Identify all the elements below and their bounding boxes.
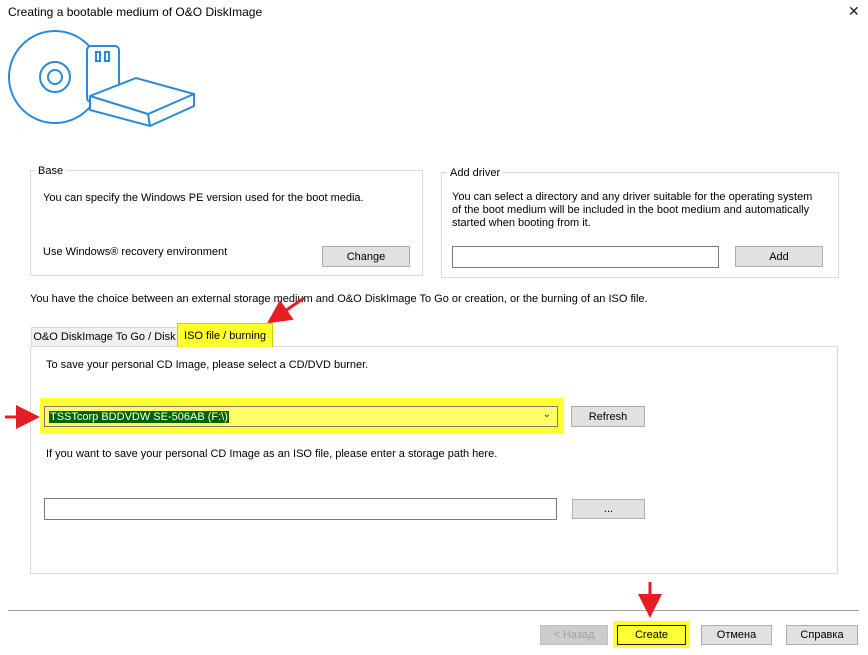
burner-select[interactable]: TSSTcorp BDDVDW SE-506AB (F:\) ⌄ [44, 406, 558, 427]
driver-group-label: Add driver [447, 166, 504, 180]
disc-usb-drive-icon [8, 30, 195, 128]
help-button[interactable]: Справка [786, 625, 858, 645]
recovery-environment-label: Use Windows® recovery environment [43, 246, 228, 258]
base-description: You can specify the Windows PE version u… [43, 192, 364, 204]
cancel-button[interactable]: Отмена [701, 625, 772, 645]
browse-button[interactable]: ... [572, 499, 645, 519]
iso-path-prompt: If you want to save your personal CD Ima… [46, 448, 498, 460]
driver-path-input[interactable] [452, 246, 719, 268]
burner-prompt: To save your personal CD Image, please s… [46, 359, 369, 371]
refresh-button[interactable]: Refresh [571, 406, 645, 427]
driver-description: You can select a directory and any drive… [452, 191, 813, 229]
add-driver-button[interactable]: Add [735, 246, 823, 267]
chevron-down-icon[interactable]: ⌄ [543, 409, 551, 420]
window-title: Creating a bootable medium of O&O DiskIm… [8, 5, 263, 19]
create-button[interactable]: Create [617, 625, 686, 645]
footer-separator [8, 610, 859, 611]
back-button[interactable]: < Назад [540, 625, 608, 645]
base-group-label: Base [35, 164, 67, 178]
tab-iso-burning[interactable]: ISO file / burning [177, 323, 273, 347]
iso-path-input[interactable] [44, 498, 557, 520]
burner-selected-value: TSSTcorp BDDVDW SE-506AB (F:\) [48, 409, 230, 424]
choice-description: You have the choice between an external … [30, 293, 648, 305]
close-icon[interactable]: ✕ [848, 4, 860, 18]
tab-disk-image-to-go[interactable]: O&O DiskImage To Go / Disk [31, 327, 178, 346]
change-button[interactable]: Change [322, 246, 410, 267]
